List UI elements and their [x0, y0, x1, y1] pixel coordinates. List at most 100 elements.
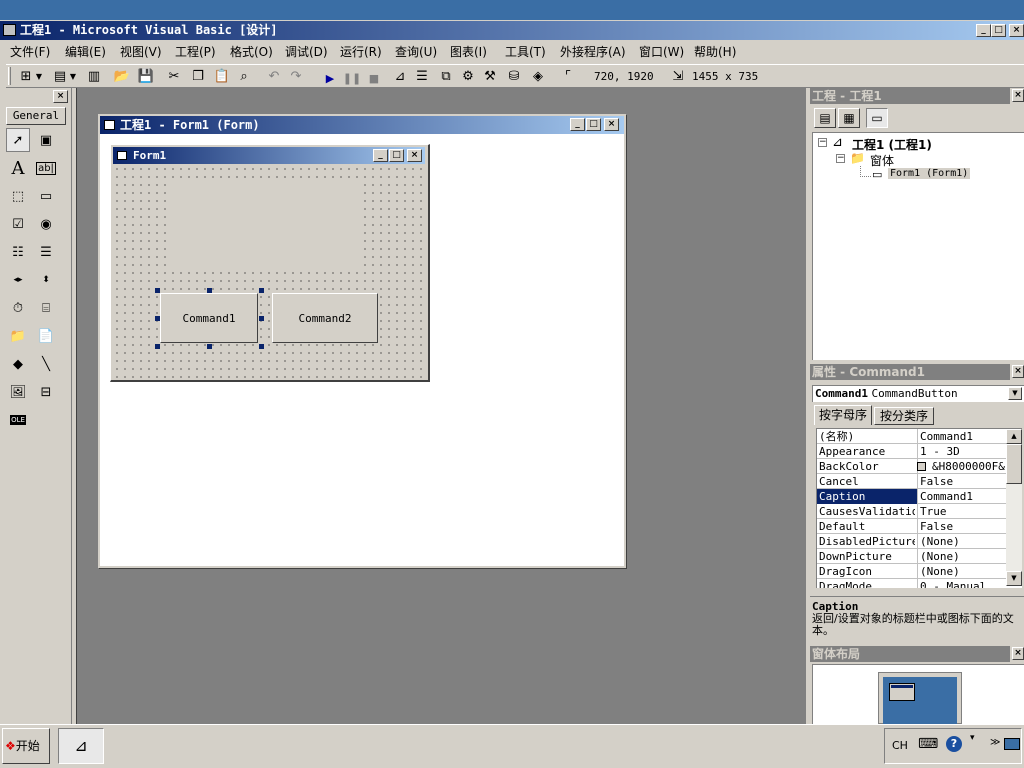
menu-item[interactable]: 工程(P) [175, 44, 216, 60]
frame-icon[interactable]: ⬚ [6, 184, 30, 208]
start-button[interactable]: ❖开始 [2, 728, 50, 764]
tree-collapse-icon[interactable]: − [836, 154, 845, 163]
language-indicator[interactable]: CH [892, 739, 908, 752]
property-value[interactable]: &H8000000F& [917, 459, 1007, 474]
command1-button[interactable]: Command1 [160, 293, 258, 343]
menu-item[interactable]: 查询(U) [395, 44, 437, 60]
tree-collapse-icon[interactable]: − [818, 138, 827, 147]
property-row[interactable]: DragIcon (None) [817, 564, 1007, 579]
designer-minimize-button[interactable]: _ [570, 118, 585, 131]
property-value[interactable]: (None) [917, 549, 1007, 564]
form1-minimize-button[interactable]: _ [373, 149, 388, 162]
start-icon[interactable]: ▶ [320, 68, 340, 88]
property-value[interactable]: Command1 [917, 429, 1007, 444]
pointer-icon[interactable]: ➚ [6, 128, 30, 152]
form-preview[interactable] [889, 683, 915, 701]
copy-icon[interactable]: ❐ [188, 66, 208, 86]
designer-titlebar[interactable]: 工程1 - Form1 (Form) [100, 116, 624, 134]
grid-scroll-thumb[interactable] [1006, 444, 1022, 484]
data-view-icon[interactable]: ⛁ [504, 66, 524, 86]
checkbox-icon[interactable]: ☑ [6, 212, 30, 236]
property-row[interactable]: DisabledPicture (None) [817, 534, 1007, 549]
property-row[interactable]: CausesValidation True [817, 504, 1007, 519]
hscrollbar-icon[interactable]: ◂▸ [6, 268, 30, 292]
undo-icon[interactable]: ↶ [264, 66, 284, 86]
property-row[interactable]: (名称) Command1 [817, 429, 1007, 444]
form1-tree-item[interactable]: Form1 (Form1) [888, 168, 971, 179]
picturebox-icon[interactable]: ▣ [34, 128, 58, 152]
dropdown-arrow-icon[interactable]: ▼ [34, 66, 44, 86]
add-form-icon[interactable]: ▤ [50, 66, 70, 86]
property-value[interactable]: 1 - 3D [917, 444, 1007, 459]
property-value[interactable]: (None) [917, 534, 1007, 549]
property-value[interactable]: False [917, 474, 1007, 489]
form-layout-close-button[interactable]: × [1012, 647, 1024, 660]
property-value[interactable]: (None) [917, 564, 1007, 579]
vscrollbar-icon[interactable]: ⬍ [34, 268, 58, 292]
maximize-button[interactable]: □ [991, 24, 1006, 37]
add-project-icon[interactable]: ⊞ [16, 66, 36, 86]
forms-folder-label[interactable]: 窗体 [870, 152, 894, 169]
find-icon[interactable]: ⌕ [234, 66, 254, 86]
toggle-folders-button[interactable]: ▭ [866, 108, 888, 128]
filelistbox-icon[interactable]: 📄 [34, 324, 58, 348]
form1-maximize-button[interactable]: □ [389, 149, 404, 162]
form1-close-button[interactable]: × [407, 149, 422, 162]
resize-handle[interactable] [155, 344, 160, 349]
form-layout-icon[interactable]: ⧉ [436, 66, 456, 86]
textbox-icon[interactable]: ab| [34, 156, 58, 180]
property-row[interactable]: BackColor &H8000000F& [817, 459, 1007, 474]
resize-handle[interactable] [207, 344, 212, 349]
properties-close-button[interactable]: × [1012, 365, 1024, 378]
data-icon[interactable]: ⊟ [34, 380, 58, 404]
designer-maximize-button[interactable]: □ [586, 118, 601, 131]
image-icon[interactable]: 🖼 [6, 380, 30, 404]
combobox-icon[interactable]: ☷ [6, 240, 30, 264]
taskbar-vb-button[interactable]: ⊿ [58, 728, 104, 764]
grid-scroll-down[interactable]: ▼ [1006, 571, 1022, 586]
property-row[interactable]: DragMode 0 - Manual [817, 579, 1007, 588]
expand-tray-icon[interactable]: ≫ [990, 737, 1000, 748]
toolbox-tab-general[interactable]: General [6, 107, 66, 125]
object-browser-icon[interactable]: ⚙ [458, 66, 478, 86]
designer-close-button[interactable]: × [604, 118, 619, 131]
property-value[interactable]: 0 - Manual [917, 579, 1007, 588]
redo-icon[interactable]: ↷ [286, 66, 306, 86]
dirlistbox-icon[interactable]: 📁 [6, 324, 30, 348]
command2-button[interactable]: Command2 [272, 293, 378, 343]
property-value[interactable]: Command1 [917, 489, 1007, 504]
menu-item[interactable]: 视图(V) [120, 44, 162, 60]
open-project-icon[interactable]: 📂 [112, 66, 132, 86]
listbox-icon[interactable]: ☰ [34, 240, 58, 264]
menu-item[interactable]: 格式(O) [230, 44, 273, 60]
menu-item[interactable]: 调试(D) [285, 44, 328, 60]
menu-item[interactable]: 运行(R) [340, 44, 382, 60]
property-row[interactable]: Appearance 1 - 3D [817, 444, 1007, 459]
network-icon[interactable] [1004, 738, 1020, 750]
resize-handle[interactable] [155, 316, 160, 321]
close-button[interactable]: × [1009, 24, 1024, 37]
object-dropdown[interactable]: Command1 CommandButton [812, 385, 1024, 402]
line-icon[interactable]: ╲ [34, 352, 58, 376]
end-icon[interactable]: ■ [364, 68, 384, 88]
resize-handle[interactable] [259, 344, 264, 349]
keyboard-icon[interactable]: ⌨ [918, 736, 938, 752]
property-row[interactable]: Default False [817, 519, 1007, 534]
main-titlebar[interactable]: 工程1 - Microsoft Visual Basic [设计] [0, 21, 1024, 40]
toolbox-close-button[interactable]: × [53, 90, 68, 103]
resize-handle[interactable] [259, 316, 264, 321]
help-icon[interactable]: ? [946, 736, 962, 752]
minimize-button[interactable]: _ [976, 24, 991, 37]
paste-icon[interactable]: 📋 [212, 66, 232, 86]
menu-item[interactable]: 文件(F) [10, 44, 50, 60]
toolbox-icon[interactable]: ⚒ [480, 66, 500, 86]
property-row[interactable]: Cancel False [817, 474, 1007, 489]
view-object-button[interactable]: ▦ [838, 108, 860, 128]
tab-alphabetic[interactable]: 按字母序 [814, 405, 872, 425]
menu-item[interactable]: 窗口(W) [639, 44, 684, 60]
menu-editor-icon[interactable]: ▥ [84, 66, 104, 86]
label-icon[interactable]: A [6, 156, 30, 180]
resize-handle[interactable] [155, 288, 160, 293]
commandbutton-icon[interactable]: ▭ [34, 184, 58, 208]
menu-item[interactable]: 编辑(E) [65, 44, 106, 60]
